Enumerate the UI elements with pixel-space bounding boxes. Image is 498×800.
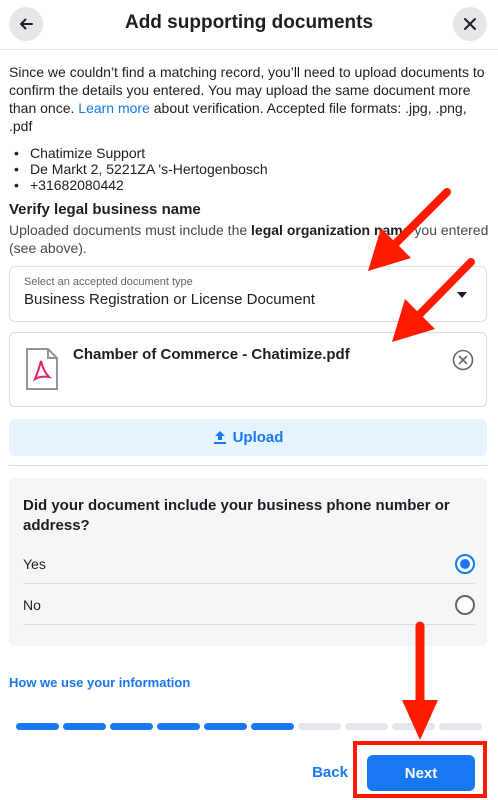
option-yes[interactable]: Yes — [23, 544, 475, 584]
address-line: De Markt 2, 5221ZA 's-Hertogenbosch — [14, 161, 268, 177]
dialog-header: Add supporting documents — [0, 0, 498, 50]
progress-step — [345, 723, 388, 730]
progress-step-complete — [157, 723, 200, 730]
intro-text: Since we couldn’t find a matching record… — [9, 63, 489, 135]
caret-down-icon — [457, 292, 467, 298]
progress-bar — [16, 723, 482, 730]
upload-label: Upload — [232, 429, 284, 446]
pdf-file-icon — [26, 348, 58, 390]
progress-step-complete — [16, 723, 59, 730]
desc-before: Uploaded documents must include the — [9, 222, 252, 238]
uploaded-file-card: Chamber of Commerce - Chatimize.pdf — [9, 332, 487, 407]
progress-step-complete — [251, 723, 294, 730]
radio-no[interactable] — [455, 594, 475, 615]
option-no[interactable]: No — [23, 585, 475, 625]
close-button[interactable] — [453, 7, 487, 41]
select-label: Select an accepted document type — [24, 276, 193, 288]
business-address-list: Chatimize Support De Markt 2, 5221ZA 's-… — [14, 145, 268, 193]
progress-step — [298, 723, 341, 730]
phone-address-question: Did your document include your business … — [9, 478, 487, 646]
learn-more-link[interactable]: Learn more — [78, 100, 150, 116]
upload-arrow-icon — [213, 431, 226, 444]
divider — [9, 465, 487, 466]
dialog-title: Add supporting documents — [124, 12, 374, 33]
select-value: Business Registration or License Documen… — [24, 291, 315, 308]
option-label: No — [23, 596, 41, 613]
progress-step-complete — [63, 723, 106, 730]
section-description: Uploaded documents must include the lega… — [9, 221, 489, 257]
how-we-use-info-link[interactable]: How we use your information — [9, 675, 190, 690]
option-label: Yes — [23, 555, 46, 572]
progress-step — [439, 723, 482, 730]
progress-step-complete — [110, 723, 153, 730]
desc-bold: legal organization name — [251, 222, 411, 238]
address-line: +31682080442 — [14, 177, 268, 193]
document-type-select[interactable]: Select an accepted document type Busines… — [9, 266, 487, 322]
section-title: Verify legal business name — [9, 201, 201, 218]
address-line: Chatimize Support — [14, 145, 268, 161]
radio-yes-selected[interactable] — [455, 553, 475, 574]
question-text: Did your document include your business … — [23, 497, 450, 534]
annotation-highlight-box — [353, 741, 487, 798]
upload-button[interactable]: Upload — [9, 419, 487, 456]
remove-circle-icon[interactable] — [452, 349, 474, 371]
file-name: Chamber of Commerce - Chatimize.pdf — [73, 346, 350, 363]
progress-step-complete — [204, 723, 247, 730]
progress-step — [392, 723, 435, 730]
close-icon — [464, 18, 476, 30]
